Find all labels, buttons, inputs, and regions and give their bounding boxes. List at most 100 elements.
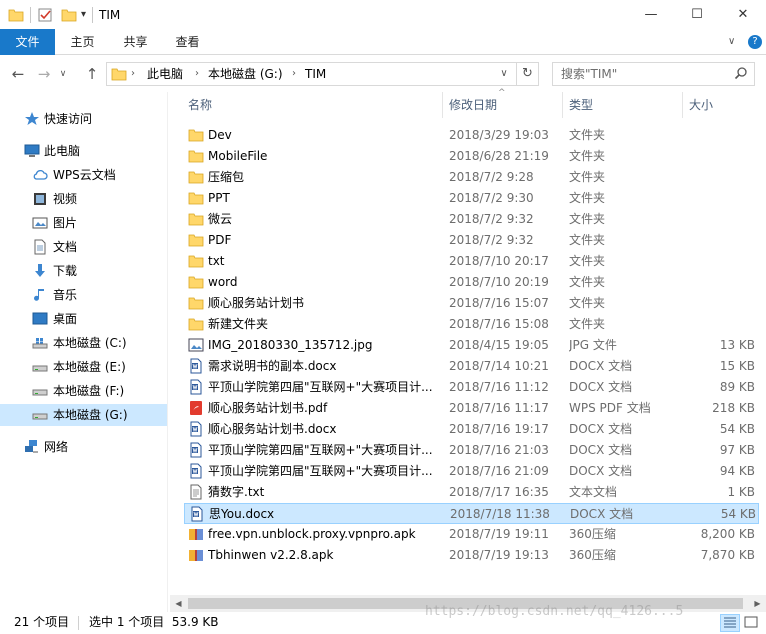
back-button[interactable]: ← — [8, 64, 28, 84]
nav-network[interactable]: 网络 — [0, 436, 167, 458]
address-dropdown-button[interactable]: ∨ — [494, 63, 514, 85]
maximize-button[interactable]: ☐ — [674, 0, 720, 29]
nav-item-pictures[interactable]: 图片 — [0, 212, 167, 234]
cloud-icon — [33, 169, 48, 180]
file-type: JPG 文件 — [569, 338, 617, 352]
star-icon — [25, 112, 39, 125]
details-view-button[interactable] — [720, 614, 740, 632]
up-button[interactable]: ↑ — [82, 64, 102, 84]
file-size: 8,200 KB — [700, 527, 755, 541]
file-name: Dev — [208, 128, 232, 142]
file-type: 文件夹 — [569, 233, 606, 247]
breadcrumb-drive-g[interactable]: 本地磁盘 (G:) — [208, 63, 283, 85]
search-input[interactable] — [561, 66, 731, 82]
nav-this-pc[interactable]: 此电脑 — [0, 140, 167, 162]
file-row[interactable]: PPT 2018/7/2 9:30 文件夹 — [184, 188, 759, 209]
file-row[interactable]: 平顶山学院第四届"互联网+"大赛项目计... 2018/7/16 21:03 DOC… — [184, 440, 759, 461]
nav-item-desktop[interactable]: 桌面 — [0, 308, 167, 330]
column-divider[interactable] — [442, 92, 443, 118]
address-bar[interactable]: › 此电脑 › 本地磁盘 (G:) › TIM ∨ ↻ — [106, 62, 539, 86]
nav-item-drive-e[interactable]: 本地磁盘 (E:) — [0, 356, 167, 378]
nav-item-drive-g[interactable]: 本地磁盘 (G:) — [0, 404, 167, 426]
breadcrumb-this-pc[interactable]: 此电脑 — [147, 63, 183, 85]
file-type: 360压缩 — [569, 548, 616, 562]
column-header-size[interactable]: 大小 — [689, 92, 713, 118]
file-row[interactable]: 平顶山学院第四届"互联网+"大赛项目计... 2018/7/16 11:12 DOC… — [184, 377, 759, 398]
tab-view[interactable]: 查看 — [160, 29, 215, 55]
nav-item-music[interactable]: 音乐 — [0, 284, 167, 306]
nav-item-documents[interactable]: 文档 — [0, 236, 167, 258]
file-type: 文件夹 — [569, 275, 606, 289]
file-row[interactable]: Tbhinwen v2.2.8.apk 2018/7/19 19:13 360压缩 7… — [184, 545, 759, 566]
column-divider[interactable] — [562, 92, 563, 118]
help-icon[interactable]: ? — [748, 35, 762, 49]
file-name: 平顶山学院第四届"互联网+"大赛项目计... — [208, 464, 433, 478]
file-row[interactable]: 顺心服务站计划书 2018/7/16 15:07 文件夹 — [184, 293, 759, 314]
breadcrumb-tim[interactable]: TIM — [305, 63, 326, 85]
forward-button[interactable]: → — [34, 64, 54, 84]
nav-quick-access[interactable]: 快速访问 — [0, 108, 167, 130]
column-header-type[interactable]: 类型 — [569, 92, 593, 118]
download-icon — [35, 264, 45, 277]
file-row[interactable]: MobileFile 2018/6/28 21:19 文件夹 — [184, 146, 759, 167]
tab-home[interactable]: 主页 — [55, 29, 110, 55]
customize-toolbar-icon[interactable]: ▾ — [81, 9, 86, 20]
file-row[interactable]: Dev 2018/3/29 19:03 文件夹 — [184, 125, 759, 146]
nav-item-drive-c[interactable]: 本地磁盘 (C:) — [0, 332, 167, 354]
file-type: 文件夹 — [569, 191, 606, 205]
file-name: MobileFile — [208, 149, 268, 163]
file-name: word — [208, 275, 238, 289]
file-row[interactable]: 新建文件夹 2018/7/16 15:08 文件夹 — [184, 314, 759, 335]
file-size — [689, 146, 755, 167]
nav-item-wps-cloud[interactable]: WPS云文档 — [0, 164, 167, 186]
file-row[interactable]: 顺心服务站计划书.docx 2018/7/16 19:17 DOCX 文档 54 KB — [184, 419, 759, 440]
file-row[interactable]: 微云 2018/7/2 9:32 文件夹 — [184, 209, 759, 230]
search-icon[interactable] — [734, 66, 748, 80]
title-bar: ▾ TIM — ☐ ✕ — [0, 0, 766, 29]
column-divider[interactable] — [682, 92, 683, 118]
breadcrumb-separator[interactable]: › — [131, 63, 135, 85]
scroll-right-icon[interactable]: ▶ — [749, 595, 766, 612]
nav-item-label: 文档 — [53, 240, 78, 254]
column-header-name[interactable]: 名称 — [188, 92, 212, 118]
file-row-selected[interactable]: 思You.docx 2018/7/18 11:38 DOCX 文档 54 KB — [184, 503, 759, 524]
file-row[interactable]: word 2018/7/10 20:19 文件夹 — [184, 272, 759, 293]
nav-item-downloads[interactable]: 下载 — [0, 260, 167, 282]
file-row[interactable]: 平顶山学院第四届"互联网+"大赛项目计... 2018/7/16 21:09 DOC… — [184, 461, 759, 482]
breadcrumb-separator[interactable]: › — [292, 63, 296, 85]
new-folder-icon[interactable] — [61, 7, 77, 23]
nav-item-label: 下载 — [53, 264, 78, 278]
nav-item-videos[interactable]: 视频 — [0, 188, 167, 210]
details-view-icon — [724, 617, 736, 628]
scroll-left-icon[interactable]: ◀ — [170, 595, 187, 612]
text-file-icon — [190, 484, 202, 500]
file-size — [689, 272, 755, 293]
nav-item-drive-f[interactable]: 本地磁盘 (F:) — [0, 380, 167, 402]
file-row[interactable]: PDF 2018/7/2 9:32 文件夹 — [184, 230, 759, 251]
expand-ribbon-icon[interactable]: ∨ — [728, 29, 735, 55]
minimize-button[interactable]: — — [628, 0, 674, 29]
docx-file-icon — [190, 379, 202, 395]
nav-item-label: 音乐 — [53, 288, 78, 302]
properties-icon[interactable] — [37, 7, 53, 23]
large-icons-view-button[interactable] — [742, 614, 762, 632]
file-type: 文件夹 — [569, 128, 606, 142]
file-row[interactable]: IMG_20180330_135712.jpg 2018/4/15 19:05 JP… — [184, 335, 759, 356]
refresh-button[interactable]: ↻ — [516, 63, 538, 85]
file-row[interactable]: txt 2018/7/10 20:17 文件夹 — [184, 251, 759, 272]
navigation-pane: 快速访问 此电脑 WPS云文档 视频 图片 文档 下载 音乐 桌面 本地磁盘 (… — [0, 92, 167, 592]
file-row[interactable]: 猜数字.txt 2018/7/17 16:35 文本文档 1 KB — [184, 482, 759, 503]
file-row[interactable]: 顺心服务站计划书.pdf 2018/7/16 11:17 WPS PDF 文档 218… — [184, 398, 759, 419]
column-header-date[interactable]: 修改日期 — [449, 92, 497, 118]
close-button[interactable]: ✕ — [720, 0, 766, 29]
tab-file[interactable]: 文件 — [0, 29, 55, 55]
search-box[interactable] — [552, 62, 755, 86]
file-row[interactable]: 需求说明书的副本.docx 2018/7/14 10:21 DOCX 文档 15 KB — [184, 356, 759, 377]
file-row[interactable]: free.vpn.unblock.proxy.vpnpro.apk 2018/7/… — [184, 524, 759, 545]
recent-locations-button[interactable]: ∨ — [56, 64, 70, 84]
breadcrumb-separator[interactable]: › — [195, 63, 199, 85]
file-date: 2018/7/17 16:35 — [449, 485, 549, 499]
file-row[interactable]: 压缩包 2018/7/2 9:28 文件夹 — [184, 167, 759, 188]
tab-share[interactable]: 共享 — [108, 29, 163, 55]
file-size — [689, 230, 755, 251]
